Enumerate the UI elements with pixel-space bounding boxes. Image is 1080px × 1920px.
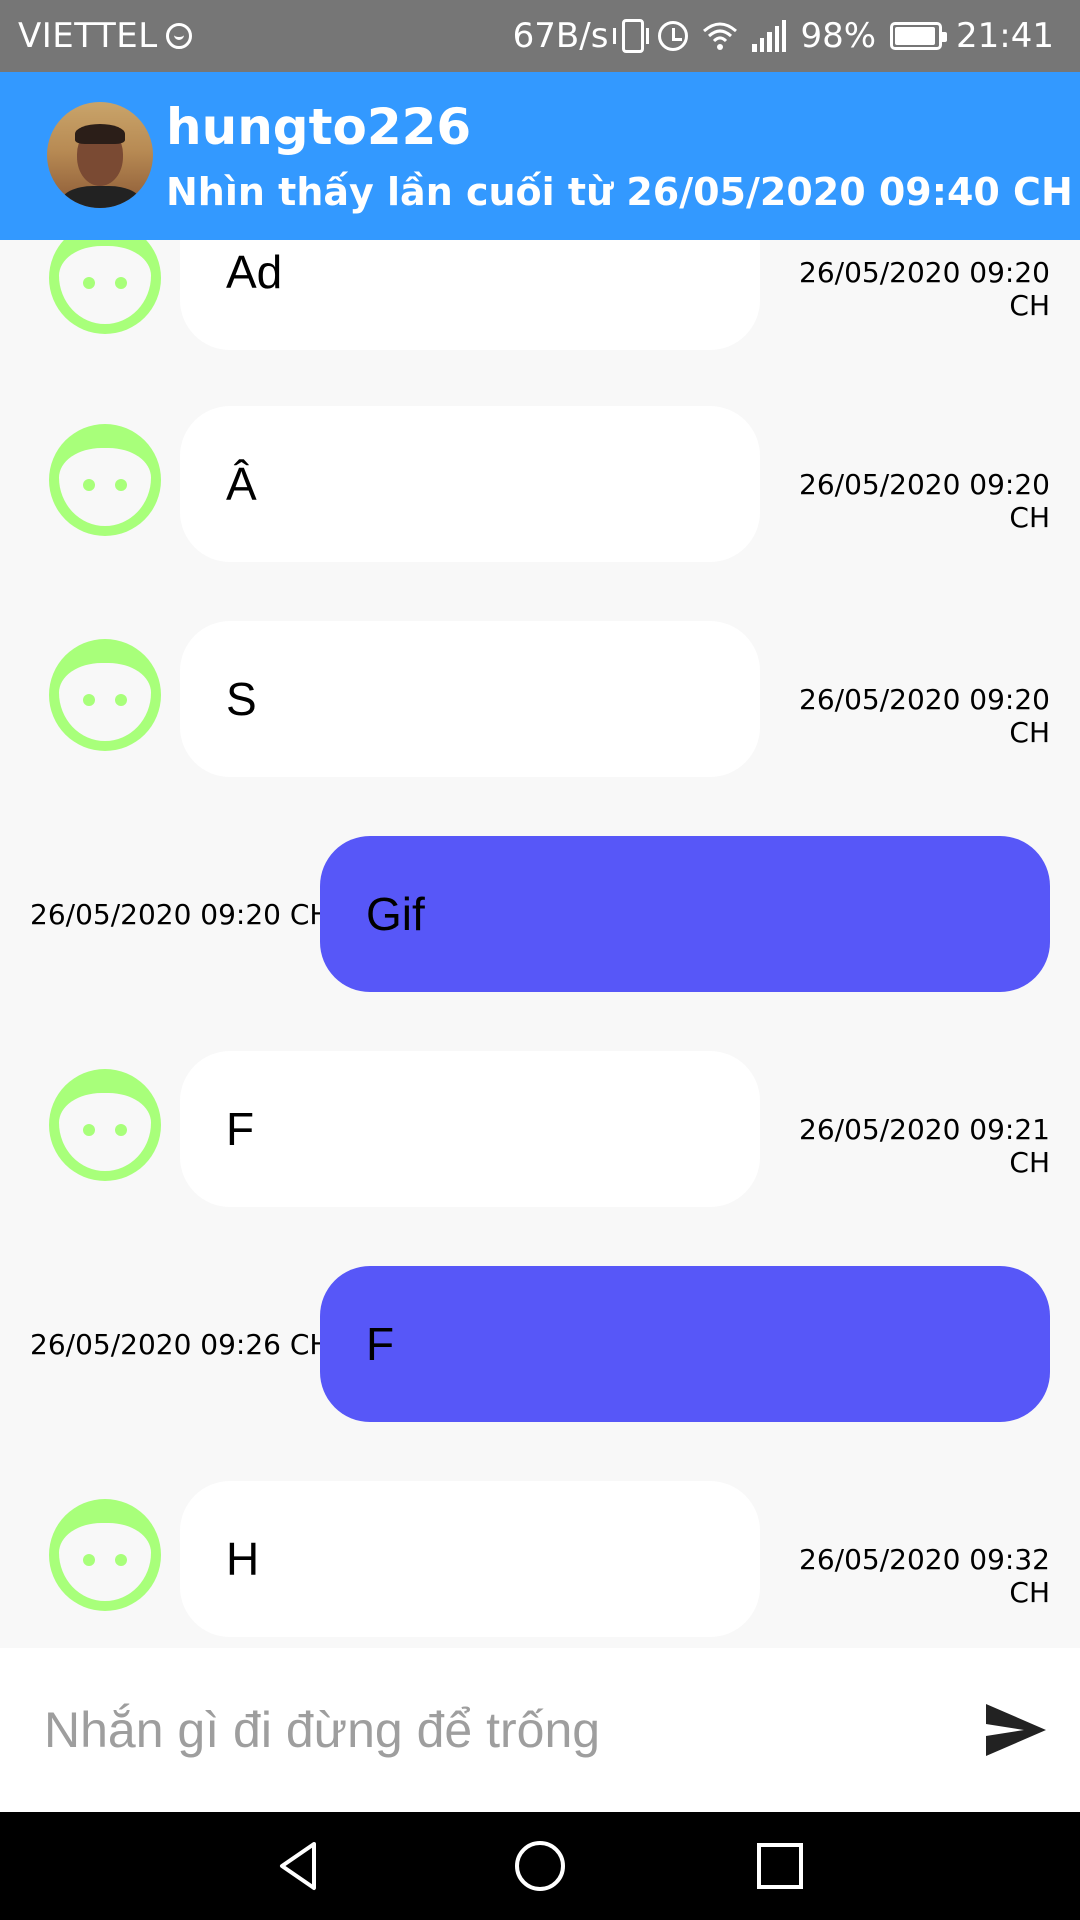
network-speed: 67B/s xyxy=(512,16,609,56)
message-row: 26/05/2020 09:20 CH Gif xyxy=(0,836,1080,992)
message-row: H 26/05/2020 09:32 CH xyxy=(0,1481,1080,1637)
message-text: Gif xyxy=(366,888,425,940)
message-text: S xyxy=(226,673,257,725)
sender-avatar-icon xyxy=(49,1069,161,1181)
last-seen-status: Nhìn thấy lần cuối từ 26/05/2020 09:40 C… xyxy=(166,170,1073,214)
send-icon[interactable] xyxy=(984,1700,1048,1760)
message-list[interactable]: Ad 26/05/2020 09:20 CH Â 26/05/2020 09:2… xyxy=(0,240,1080,1648)
signal-icon xyxy=(752,20,787,52)
sender-avatar-icon xyxy=(49,1499,161,1611)
status-right: 67B/s 98% 21:41 xyxy=(499,0,1054,72)
wifi-icon xyxy=(703,22,738,50)
message-row: Ad 26/05/2020 09:20 CH xyxy=(0,240,1080,350)
user-avatar[interactable] xyxy=(47,102,153,208)
outgoing-message-bubble[interactable]: F xyxy=(320,1266,1050,1422)
battery-icon xyxy=(890,22,948,50)
message-timestamp: 26/05/2020 09:21 CH xyxy=(799,1113,1050,1179)
back-icon[interactable] xyxy=(270,1836,330,1896)
carrier-badge-icon xyxy=(165,23,192,49)
status-bar: VIETTEL 67B/s 98% 21:41 xyxy=(0,0,1080,72)
message-timestamp: 26/05/2020 09:20 CH xyxy=(30,898,331,931)
status-left: VIETTEL xyxy=(18,0,192,72)
home-icon[interactable] xyxy=(510,1836,570,1896)
message-timestamp: 26/05/2020 09:20 CH xyxy=(799,256,1050,322)
clock: 21:41 xyxy=(956,16,1054,56)
message-timestamp: 26/05/2020 09:20 CH xyxy=(799,468,1050,534)
message-row: S 26/05/2020 09:20 CH xyxy=(0,621,1080,777)
message-timestamp: 26/05/2020 09:20 CH xyxy=(799,683,1050,749)
chat-header: hungto226 Nhìn thấy lần cuối từ 26/05/20… xyxy=(0,72,1080,240)
sender-avatar-icon xyxy=(49,240,161,334)
incoming-message-bubble[interactable]: Â xyxy=(180,406,760,562)
message-text: F xyxy=(226,1103,255,1155)
sender-avatar-icon xyxy=(49,639,161,751)
message-row: 26/05/2020 09:26 CH F xyxy=(0,1266,1080,1422)
message-composer xyxy=(0,1648,1080,1812)
alarm-icon xyxy=(658,21,689,51)
message-text: Â xyxy=(226,458,257,510)
message-row: F 26/05/2020 09:21 CH xyxy=(0,1051,1080,1207)
message-text: Ad xyxy=(226,246,283,298)
battery-percent: 98% xyxy=(800,16,877,56)
message-text: H xyxy=(226,1533,260,1585)
incoming-message-bubble[interactable]: S xyxy=(180,621,760,777)
carrier-name: VIETTEL xyxy=(18,16,158,56)
recents-icon[interactable] xyxy=(750,1836,810,1896)
message-timestamp: 26/05/2020 09:26 CH xyxy=(30,1328,331,1361)
message-row: Â 26/05/2020 09:20 CH xyxy=(0,406,1080,562)
incoming-message-bubble[interactable]: F xyxy=(180,1051,760,1207)
incoming-message-bubble[interactable]: H xyxy=(180,1481,760,1637)
message-timestamp: 26/05/2020 09:32 CH xyxy=(799,1543,1050,1609)
vibrate-icon xyxy=(613,19,650,53)
outgoing-message-bubble[interactable]: Gif xyxy=(320,836,1050,992)
sender-avatar-icon xyxy=(49,424,161,536)
message-input[interactable] xyxy=(44,1678,944,1782)
incoming-message-bubble[interactable]: Ad xyxy=(180,240,760,350)
message-text: F xyxy=(366,1318,395,1370)
contact-name[interactable]: hungto226 xyxy=(166,98,471,156)
system-nav-bar xyxy=(0,1812,1080,1920)
